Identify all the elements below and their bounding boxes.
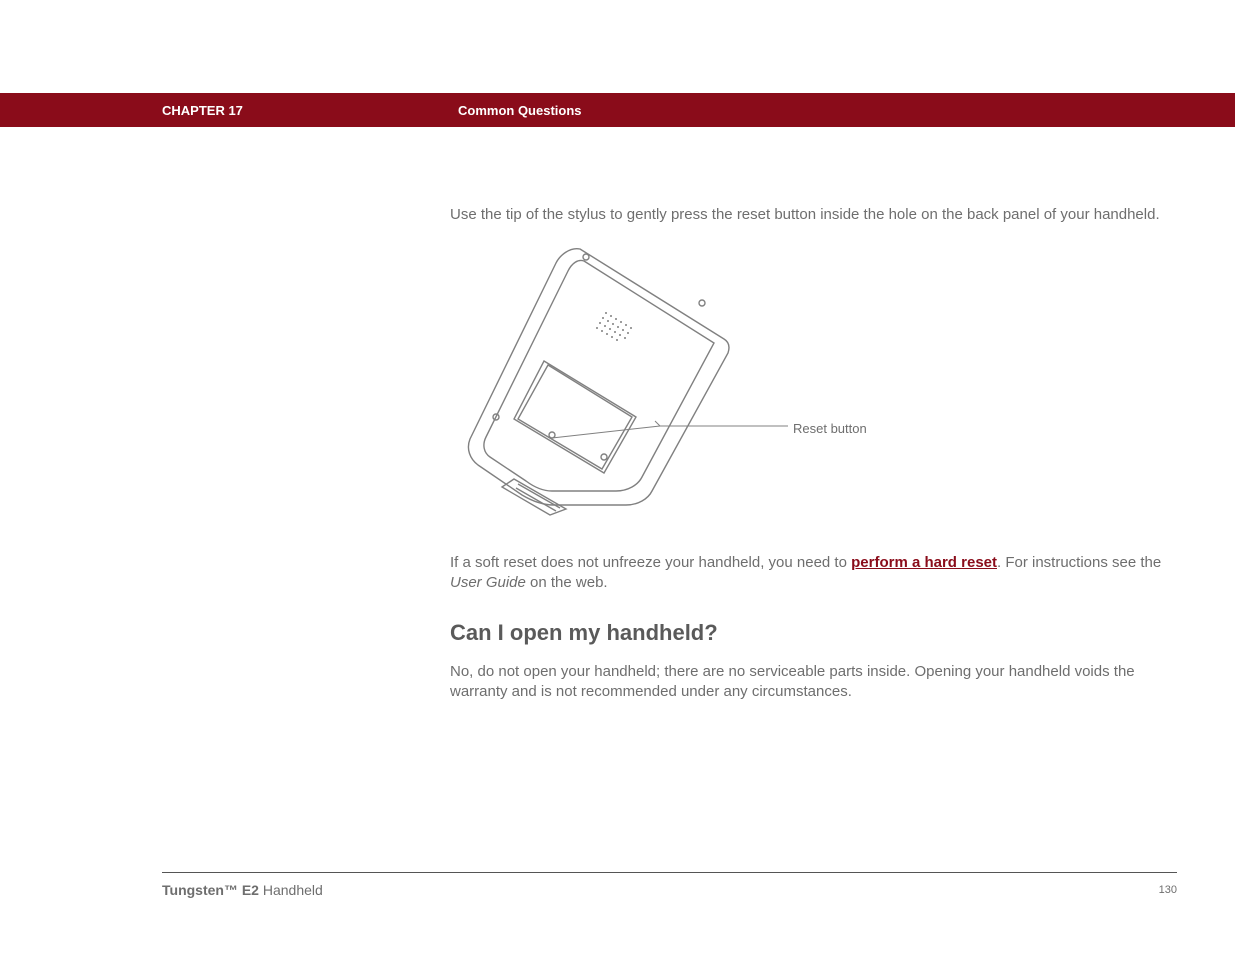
instruction-paragraph: Use the tip of the stylus to gently pres…	[450, 205, 1166, 225]
page-number: 130	[1159, 884, 1177, 896]
callout-lines	[450, 243, 950, 529]
section-heading: Can I open my handheld?	[450, 618, 1166, 647]
footer-product-bold: Tungsten™ E2	[162, 882, 259, 898]
user-guide-italic: User Guide	[450, 574, 526, 591]
hard-reset-paragraph: If a soft reset does not unfreeze your h…	[450, 553, 1166, 593]
para2-text-pre: If a soft reset does not unfreeze your h…	[450, 554, 851, 571]
chapter-label: CHAPTER 17	[162, 103, 243, 118]
device-figure: Reset button	[450, 243, 1166, 539]
chapter-header-bar: CHAPTER 17 Common Questions	[0, 93, 1235, 127]
open-handheld-paragraph: No, do not open your handheld; there are…	[450, 662, 1166, 702]
para2-text-post2: on the web.	[526, 574, 608, 591]
perform-hard-reset-link[interactable]: perform a hard reset	[851, 554, 997, 571]
chapter-title: Common Questions	[458, 103, 582, 118]
footer-divider	[162, 872, 1177, 873]
reset-button-callout-label: Reset button	[793, 420, 867, 437]
footer-product-rest: Handheld	[259, 882, 323, 898]
para2-text-post1: . For instructions see the	[997, 554, 1161, 571]
main-content: Use the tip of the stylus to gently pres…	[450, 190, 1166, 717]
footer-product-name: Tungsten™ E2 Handheld	[162, 882, 323, 898]
